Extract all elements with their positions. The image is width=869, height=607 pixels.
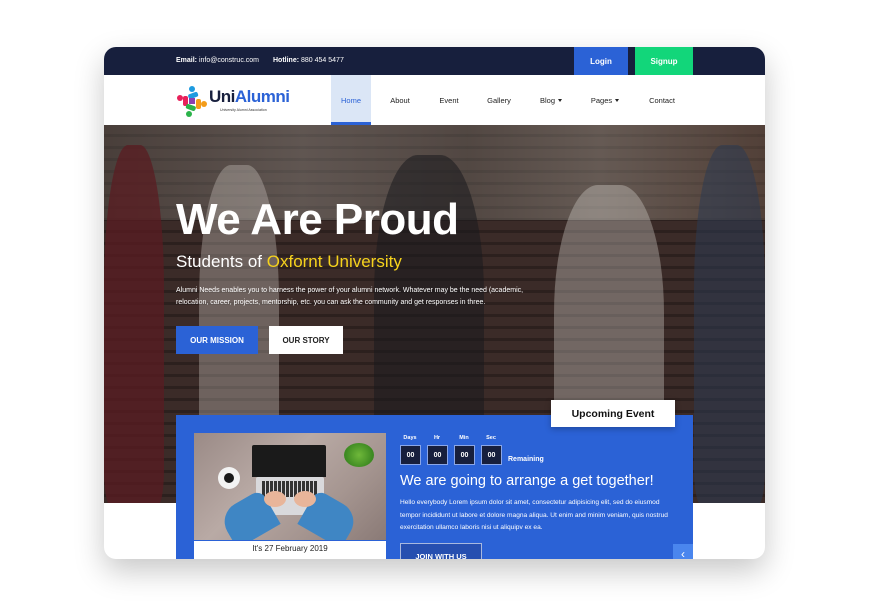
- countdown-minutes: Min 00: [454, 435, 475, 465]
- laptop-graphic: [252, 445, 326, 477]
- event-description: Hello everybody Lorem ipsum dolor sit am…: [400, 499, 668, 531]
- chevron-down-icon: [615, 98, 620, 102]
- top-bar: Email: info@construc.com Hotline: 880 45…: [104, 47, 765, 75]
- signup-button[interactable]: Signup: [635, 47, 693, 75]
- hero-subtitle: Students of Oxfornt University: [176, 252, 402, 271]
- remaining-label: Remaining: [508, 456, 544, 463]
- event-title: We are going to arrange a get together!: [400, 473, 654, 489]
- hotline-label: Hotline:: [273, 57, 300, 64]
- browser-frame: Email: info@construc.com Hotline: 880 45…: [104, 47, 765, 559]
- contact-hotline: Hotline: 880 454 5477: [273, 57, 344, 64]
- hero-figure: [104, 145, 164, 503]
- upcoming-event-badge: Upcoming Event: [551, 400, 675, 427]
- hero-title: We Are Proud: [176, 195, 459, 244]
- nav-home[interactable]: Home: [331, 75, 371, 125]
- chevron-down-icon: [558, 98, 562, 102]
- nav-contact[interactable]: Contact: [641, 75, 683, 125]
- logo-wordmark: UniAlumni: [209, 87, 290, 106]
- countdown-hours: Hr 00: [427, 435, 448, 465]
- nav-blog[interactable]: Blog: [530, 75, 572, 125]
- upcoming-event-card: It's 27 February 2019 Days 00 Hr 00 Min …: [176, 415, 693, 559]
- logo-tagline: University Alumni Association: [220, 108, 267, 112]
- login-button[interactable]: Login: [574, 47, 628, 75]
- countdown-seconds: Sec 00: [481, 435, 502, 465]
- contact-email: Email: info@construc.com: [176, 57, 259, 64]
- event-image: [194, 433, 386, 540]
- our-mission-button[interactable]: OUR MISSION: [176, 326, 258, 354]
- email-value[interactable]: info@construc.com: [199, 57, 259, 64]
- main-navbar: UniAlumni University Alumni Association …: [104, 75, 765, 125]
- coffee-cup-graphic: [218, 467, 240, 489]
- logo-people-icon: [177, 86, 207, 117]
- hotline-value[interactable]: 880 454 5477: [301, 57, 344, 64]
- countdown-days: Days 00: [400, 435, 421, 465]
- nav-about[interactable]: About: [380, 75, 420, 125]
- nav-pages[interactable]: Pages: [584, 75, 626, 125]
- site-logo[interactable]: UniAlumni University Alumni Association: [176, 84, 290, 117]
- event-date: It's 27 February 2019: [194, 541, 386, 559]
- hero-figure: [694, 145, 765, 503]
- email-label: Email:: [176, 57, 198, 64]
- our-story-button[interactable]: OUR STORY: [269, 326, 343, 354]
- hero-description: Alumni Needs enables you to harness the …: [176, 287, 524, 306]
- nav-gallery[interactable]: Gallery: [478, 75, 520, 125]
- chevron-left-icon[interactable]: ‹: [673, 544, 693, 559]
- university-name: Oxfornt University: [266, 252, 402, 271]
- nav-event[interactable]: Event: [429, 75, 469, 125]
- join-with-us-button[interactable]: JOIN WITH US: [400, 543, 482, 559]
- plant-graphic: [344, 443, 374, 467]
